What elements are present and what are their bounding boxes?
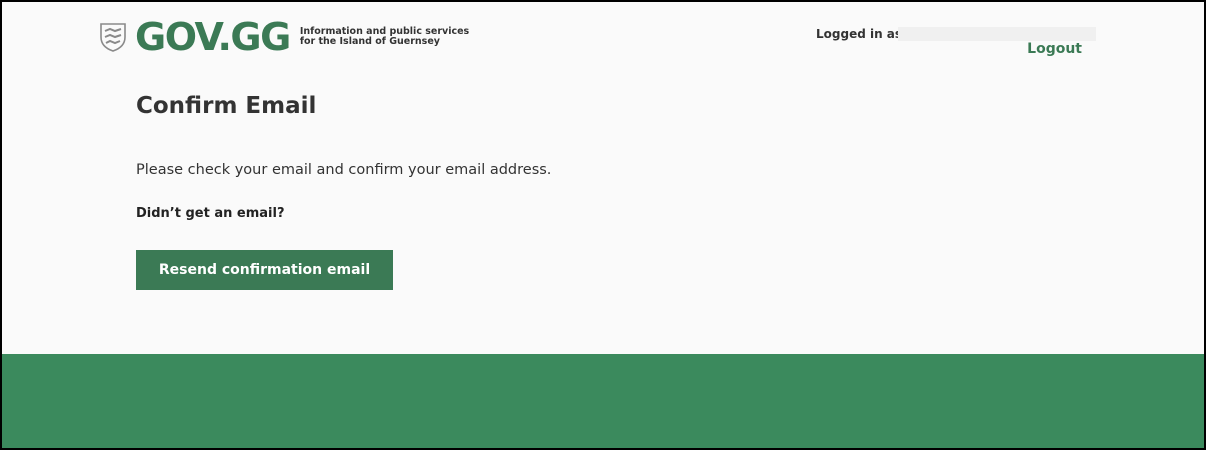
no-email-heading: Didn’t get an email? xyxy=(136,206,285,221)
tagline-line-2: for the Island of Guernsey xyxy=(299,36,440,47)
site-header: GOV.GG Information and public services f… xyxy=(2,2,1204,72)
logout-link[interactable]: Logout xyxy=(1027,41,1082,57)
resend-confirmation-button[interactable]: Resend confirmation email xyxy=(136,250,393,290)
logo-wordmark: GOV.GG xyxy=(135,15,291,59)
site-footer xyxy=(2,354,1204,448)
main-content: Confirm Email Please check your email an… xyxy=(136,88,936,290)
account-area: Logged in as Logout xyxy=(816,27,1096,67)
logged-in-username xyxy=(898,27,1096,41)
logo-tagline: Information and public services for the … xyxy=(300,27,469,47)
site-logo[interactable]: GOV.GG Information and public services f… xyxy=(97,15,469,59)
logged-in-label: Logged in as xyxy=(816,27,903,41)
page-title: Confirm Email xyxy=(136,93,317,119)
guernsey-crest-icon xyxy=(100,23,126,52)
instruction-text: Please check your email and confirm your… xyxy=(136,162,552,178)
page-frame: GOV.GG Information and public services f… xyxy=(0,0,1206,450)
